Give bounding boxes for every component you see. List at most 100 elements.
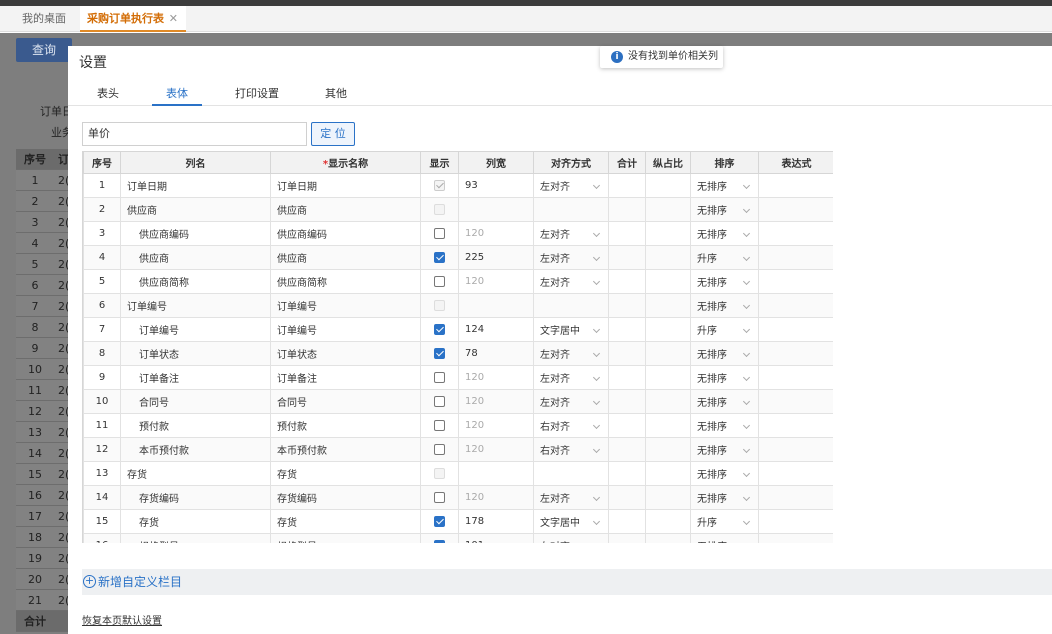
row-ratio[interactable] — [645, 509, 691, 534]
tab-home[interactable]: 我的桌面 — [22, 6, 66, 32]
row-width[interactable]: 120 — [458, 437, 534, 462]
show-checkbox[interactable] — [434, 371, 445, 383]
grid-row[interactable]: 9 订单备注 订单备注 120 左对齐 无排序 — [83, 365, 833, 390]
row-display-name[interactable]: 规格型号 — [270, 533, 421, 543]
row-expression[interactable] — [758, 485, 833, 510]
row-sort-select[interactable]: 无排序 — [690, 413, 759, 438]
row-display-name[interactable]: 订单日期 — [270, 173, 421, 198]
row-display-name[interactable]: 供应商编码 — [270, 221, 421, 246]
grid-row[interactable]: 8 订单状态 订单状态 78 左对齐 无排序 — [83, 341, 833, 366]
show-checkbox[interactable] — [434, 515, 445, 527]
locate-button[interactable]: 定 位 — [311, 122, 355, 146]
row-ratio[interactable] — [645, 461, 691, 486]
tab-header[interactable]: 表头 — [97, 85, 119, 101]
row-align-select[interactable]: 右对齐 — [533, 413, 609, 438]
row-width[interactable]: 225 — [458, 245, 534, 270]
row-ratio[interactable] — [645, 269, 691, 294]
row-sum[interactable] — [608, 317, 646, 342]
column-search-input[interactable]: 单价 — [82, 122, 307, 146]
row-sum[interactable] — [608, 293, 646, 318]
row-ratio[interactable] — [645, 533, 691, 543]
row-display-name[interactable]: 本币预付款 — [270, 437, 421, 462]
row-sort-select[interactable]: 无排序 — [690, 437, 759, 462]
grid-row[interactable]: 3 供应商编码 供应商编码 120 左对齐 无排序 — [83, 221, 833, 246]
row-width[interactable]: 101 — [458, 533, 534, 543]
row-align-select[interactable]: 文字居中 — [533, 509, 609, 534]
row-ratio[interactable] — [645, 293, 691, 318]
row-align-select[interactable]: 左对齐 — [533, 389, 609, 414]
query-button[interactable]: 查询 — [16, 38, 72, 62]
row-width[interactable]: 120 — [458, 365, 534, 390]
row-display-name[interactable]: 供应商 — [270, 197, 421, 222]
add-custom-column-button[interactable]: + 新增自定义栏目 — [82, 569, 1052, 595]
show-checkbox[interactable] — [434, 491, 445, 503]
row-display-name[interactable]: 订单编号 — [270, 293, 421, 318]
row-expression[interactable] — [758, 221, 833, 246]
tab-purchase-order-report[interactable]: 采购订单执行表 ✕ — [80, 6, 186, 32]
row-align-select[interactable]: 左对齐 — [533, 221, 609, 246]
row-ratio[interactable] — [645, 365, 691, 390]
row-expression[interactable] — [758, 413, 833, 438]
row-expression[interactable] — [758, 317, 833, 342]
row-sort-select[interactable]: 升序 — [690, 317, 759, 342]
row-sum[interactable] — [608, 485, 646, 510]
show-checkbox[interactable] — [434, 347, 445, 359]
row-sum[interactable] — [608, 245, 646, 270]
grid-row[interactable]: 15 存货 存货 178 文字居中 升序 — [83, 509, 833, 534]
row-sum[interactable] — [608, 437, 646, 462]
row-width[interactable]: 120 — [458, 413, 534, 438]
row-expression[interactable] — [758, 365, 833, 390]
row-sort-select[interactable]: 无排序 — [690, 197, 759, 222]
row-sort-select[interactable]: 无排序 — [690, 173, 759, 198]
grid-row[interactable]: 2 供应商 供应商 无排序 — [83, 197, 833, 222]
row-sum[interactable] — [608, 533, 646, 543]
row-expression[interactable] — [758, 341, 833, 366]
row-sum[interactable] — [608, 365, 646, 390]
row-expression[interactable] — [758, 173, 833, 198]
row-ratio[interactable] — [645, 485, 691, 510]
tab-print-settings[interactable]: 打印设置 — [235, 85, 279, 101]
row-expression[interactable] — [758, 437, 833, 462]
row-width[interactable]: 120 — [458, 269, 534, 294]
show-checkbox[interactable] — [434, 323, 445, 335]
show-checkbox[interactable] — [434, 251, 445, 263]
row-ratio[interactable] — [645, 317, 691, 342]
row-sum[interactable] — [608, 509, 646, 534]
grid-row[interactable]: 14 存货编码 存货编码 120 左对齐 无排序 — [83, 485, 833, 510]
row-sum[interactable] — [608, 173, 646, 198]
row-sort-select[interactable]: 无排序 — [690, 365, 759, 390]
grid-row[interactable]: 7 订单编号 订单编号 124 文字居中 升序 — [83, 317, 833, 342]
grid-row[interactable]: 5 供应商简称 供应商简称 120 左对齐 无排序 — [83, 269, 833, 294]
row-display-name[interactable]: 订单编号 — [270, 317, 421, 342]
row-align-select[interactable]: 左对齐 — [533, 269, 609, 294]
row-align-select[interactable]: 左对齐 — [533, 365, 609, 390]
row-align-select[interactable]: 左对齐 — [533, 173, 609, 198]
row-align-select[interactable] — [533, 461, 609, 486]
row-align-select[interactable]: 左对齐 — [533, 485, 609, 510]
row-ratio[interactable] — [645, 173, 691, 198]
row-display-name[interactable]: 存货 — [270, 509, 421, 534]
tab-body[interactable]: 表体 — [166, 85, 188, 101]
row-align-select[interactable]: 左对齐 — [533, 533, 609, 543]
row-expression[interactable] — [758, 389, 833, 414]
row-display-name[interactable]: 订单备注 — [270, 365, 421, 390]
row-width[interactable] — [458, 197, 534, 222]
row-ratio[interactable] — [645, 389, 691, 414]
row-width[interactable]: 78 — [458, 341, 534, 366]
row-ratio[interactable] — [645, 413, 691, 438]
row-width[interactable]: 124 — [458, 317, 534, 342]
row-expression[interactable] — [758, 197, 833, 222]
show-checkbox[interactable] — [434, 539, 445, 543]
row-sort-select[interactable]: 无排序 — [690, 221, 759, 246]
row-display-name[interactable]: 存货编码 — [270, 485, 421, 510]
row-expression[interactable] — [758, 293, 833, 318]
row-ratio[interactable] — [645, 221, 691, 246]
row-sum[interactable] — [608, 341, 646, 366]
grid-row[interactable]: 11 预付款 预付款 120 右对齐 无排序 — [83, 413, 833, 438]
row-width[interactable]: 178 — [458, 509, 534, 534]
row-display-name[interactable]: 预付款 — [270, 413, 421, 438]
row-expression[interactable] — [758, 509, 833, 534]
row-align-select[interactable]: 右对齐 — [533, 437, 609, 462]
row-sum[interactable] — [608, 389, 646, 414]
row-expression[interactable] — [758, 461, 833, 486]
